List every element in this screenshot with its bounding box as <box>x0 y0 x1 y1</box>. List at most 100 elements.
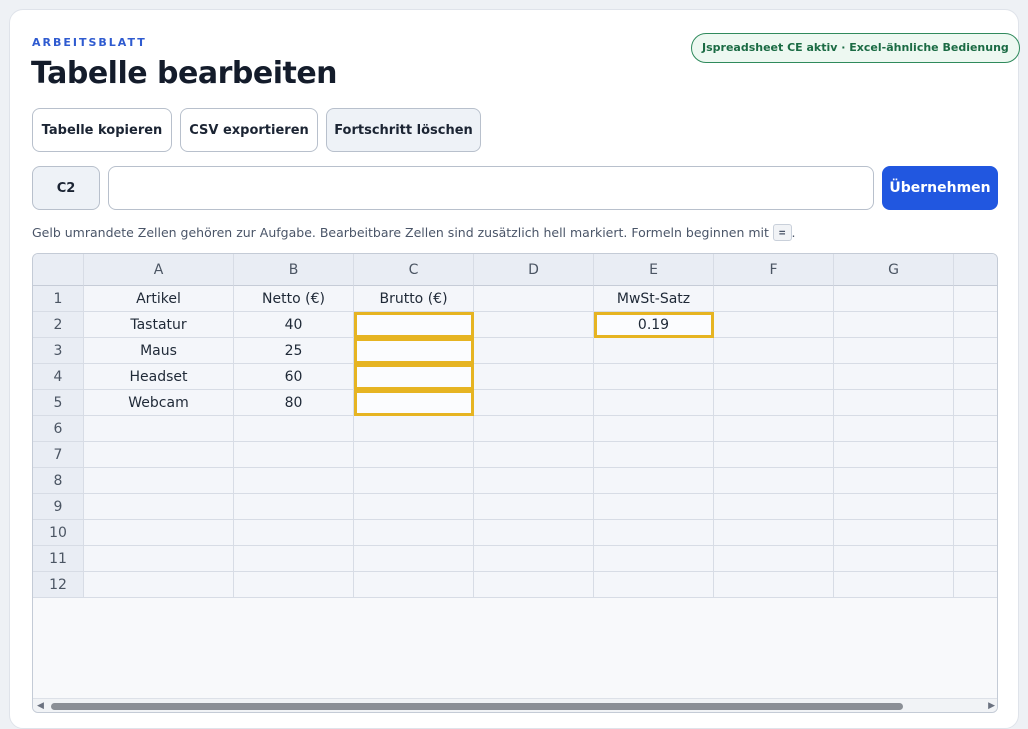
cell-e5[interactable] <box>594 390 714 416</box>
cell-d8[interactable] <box>474 468 594 494</box>
row-header[interactable]: 1 <box>33 286 84 312</box>
cell-b1[interactable]: Netto (€) <box>234 286 354 312</box>
cell-c4[interactable] <box>354 364 474 390</box>
export-csv-button[interactable]: CSV exportieren <box>180 108 318 152</box>
cell-g7[interactable] <box>834 442 954 468</box>
cell-c5[interactable] <box>354 390 474 416</box>
cell-f2[interactable] <box>714 312 834 338</box>
cell-overflow[interactable] <box>954 338 997 364</box>
cell-overflow[interactable] <box>954 494 997 520</box>
cell-d9[interactable] <box>474 494 594 520</box>
formula-input[interactable] <box>108 166 874 210</box>
cell-e2[interactable]: 0.19 <box>594 312 714 338</box>
cell-e7[interactable] <box>594 442 714 468</box>
cell-overflow[interactable] <box>954 364 997 390</box>
cell-e6[interactable] <box>594 416 714 442</box>
cell-c1[interactable]: Brutto (€) <box>354 286 474 312</box>
cell-overflow[interactable] <box>954 520 997 546</box>
cell-c10[interactable] <box>354 520 474 546</box>
cell-f9[interactable] <box>714 494 834 520</box>
cell-e9[interactable] <box>594 494 714 520</box>
corner-cell[interactable] <box>33 254 84 286</box>
cell-f4[interactable] <box>714 364 834 390</box>
cell-e11[interactable] <box>594 546 714 572</box>
cell-e10[interactable] <box>594 520 714 546</box>
cell-b7[interactable] <box>234 442 354 468</box>
cell-a7[interactable] <box>84 442 234 468</box>
cell-g5[interactable] <box>834 390 954 416</box>
row-header[interactable]: 10 <box>33 520 84 546</box>
cell-overflow[interactable] <box>954 416 997 442</box>
cell-a3[interactable]: Maus <box>84 338 234 364</box>
cell-f7[interactable] <box>714 442 834 468</box>
cell-c6[interactable] <box>354 416 474 442</box>
scroll-left-icon[interactable]: ◀ <box>37 701 44 711</box>
cell-f10[interactable] <box>714 520 834 546</box>
cell-f5[interactable] <box>714 390 834 416</box>
cell-g12[interactable] <box>834 572 954 598</box>
cell-b5[interactable]: 80 <box>234 390 354 416</box>
cell-b6[interactable] <box>234 416 354 442</box>
cell-overflow[interactable] <box>954 546 997 572</box>
row-header[interactable]: 7 <box>33 442 84 468</box>
cell-e12[interactable] <box>594 572 714 598</box>
clear-progress-button[interactable]: Fortschritt löschen <box>326 108 481 152</box>
cell-g2[interactable] <box>834 312 954 338</box>
row-header[interactable]: 9 <box>33 494 84 520</box>
row-header[interactable]: 4 <box>33 364 84 390</box>
cell-a9[interactable] <box>84 494 234 520</box>
cell-e4[interactable] <box>594 364 714 390</box>
cell-d12[interactable] <box>474 572 594 598</box>
cell-c11[interactable] <box>354 546 474 572</box>
cell-d1[interactable] <box>474 286 594 312</box>
cell-f8[interactable] <box>714 468 834 494</box>
cell-d6[interactable] <box>474 416 594 442</box>
cell-f3[interactable] <box>714 338 834 364</box>
column-header-a[interactable]: A <box>84 254 234 286</box>
cell-d3[interactable] <box>474 338 594 364</box>
cell-a8[interactable] <box>84 468 234 494</box>
cell-a11[interactable] <box>84 546 234 572</box>
cell-g6[interactable] <box>834 416 954 442</box>
horizontal-scrollbar[interactable]: ◀ ▶ <box>33 698 997 712</box>
cell-b3[interactable]: 25 <box>234 338 354 364</box>
cell-g10[interactable] <box>834 520 954 546</box>
cell-b11[interactable] <box>234 546 354 572</box>
cell-a5[interactable]: Webcam <box>84 390 234 416</box>
column-header-g[interactable]: G <box>834 254 954 286</box>
cell-f12[interactable] <box>714 572 834 598</box>
cell-a12[interactable] <box>84 572 234 598</box>
row-header[interactable]: 8 <box>33 468 84 494</box>
copy-table-button[interactable]: Tabelle kopieren <box>32 108 172 152</box>
cell-a10[interactable] <box>84 520 234 546</box>
cell-f11[interactable] <box>714 546 834 572</box>
cell-c2[interactable] <box>354 312 474 338</box>
scroll-right-icon[interactable]: ▶ <box>988 701 995 711</box>
column-header-overflow[interactable] <box>954 254 997 286</box>
cell-b2[interactable]: 40 <box>234 312 354 338</box>
cell-e8[interactable] <box>594 468 714 494</box>
column-header-e[interactable]: E <box>594 254 714 286</box>
cell-overflow[interactable] <box>954 468 997 494</box>
cell-a1[interactable]: Artikel <box>84 286 234 312</box>
cell-a2[interactable]: Tastatur <box>84 312 234 338</box>
row-header[interactable]: 11 <box>33 546 84 572</box>
cell-c9[interactable] <box>354 494 474 520</box>
cell-e1[interactable]: MwSt-Satz <box>594 286 714 312</box>
cell-b9[interactable] <box>234 494 354 520</box>
row-header[interactable]: 2 <box>33 312 84 338</box>
cell-e3[interactable] <box>594 338 714 364</box>
cell-f6[interactable] <box>714 416 834 442</box>
cell-d7[interactable] <box>474 442 594 468</box>
column-header-b[interactable]: B <box>234 254 354 286</box>
cell-b4[interactable]: 60 <box>234 364 354 390</box>
cell-c12[interactable] <box>354 572 474 598</box>
cell-c7[interactable] <box>354 442 474 468</box>
cell-overflow[interactable] <box>954 312 997 338</box>
cell-g3[interactable] <box>834 338 954 364</box>
cell-b12[interactable] <box>234 572 354 598</box>
cell-b8[interactable] <box>234 468 354 494</box>
cell-g4[interactable] <box>834 364 954 390</box>
cell-a6[interactable] <box>84 416 234 442</box>
cell-d10[interactable] <box>474 520 594 546</box>
